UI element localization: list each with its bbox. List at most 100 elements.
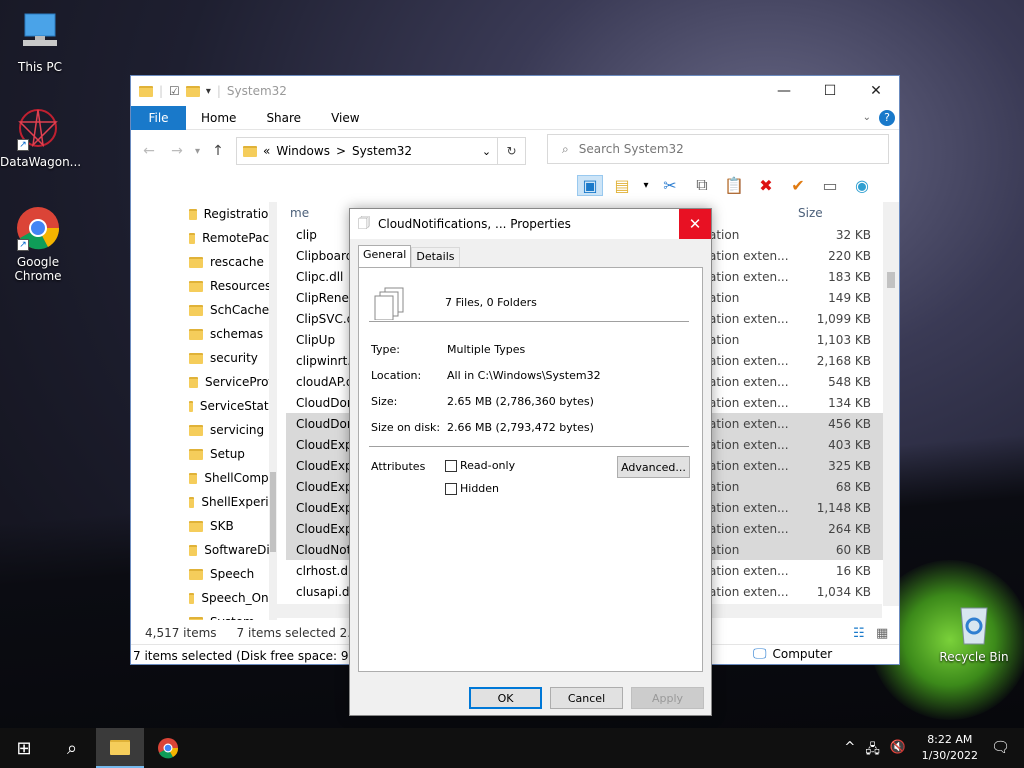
large-icons-view-icon[interactable]: ▦	[876, 626, 888, 641]
desktop-icon-recycle-bin[interactable]: Recycle Bin	[936, 600, 1012, 664]
tree-item[interactable]: ShellCompo	[131, 466, 276, 490]
column-size[interactable]: Size	[798, 202, 823, 224]
tree-item[interactable]: security	[131, 346, 276, 370]
network-icon[interactable]: 🖧	[865, 740, 880, 762]
checkbox-box[interactable]	[445, 483, 457, 495]
file-name: CloudDom	[296, 395, 356, 410]
desktop-icon-label: DataWagon...	[0, 155, 82, 169]
cancel-button[interactable]: Cancel	[550, 687, 623, 709]
taskbar-explorer[interactable]	[96, 728, 144, 768]
copy-icon[interactable]: ⧉	[689, 175, 715, 195]
close-button[interactable]: ✕	[853, 76, 899, 106]
list-scrollbar[interactable]	[883, 202, 899, 606]
desktop-icon-chrome[interactable]: ↗ Google Chrome	[0, 205, 76, 283]
apply-button[interactable]: Apply	[631, 687, 704, 709]
file-name: CloudNoti	[296, 542, 355, 557]
forward-arrow-icon[interactable]: →	[167, 143, 187, 159]
dialog-close-button[interactable]: ✕	[679, 209, 711, 239]
help-icon[interactable]: ?	[879, 109, 895, 126]
refresh-icon: ↻	[506, 144, 517, 158]
tab-share[interactable]: Share	[251, 106, 316, 130]
chevron-down-icon[interactable]: ▾	[641, 180, 651, 191]
properties-icon[interactable]: ☑	[169, 84, 180, 98]
file-size: 16 KB	[835, 563, 871, 578]
tree-item[interactable]: ServiceProfi	[131, 370, 276, 394]
tree-item[interactable]: ServiceState	[131, 394, 276, 418]
breadcrumb-system32[interactable]: System32	[352, 144, 412, 158]
tree-item[interactable]: servicing	[131, 418, 276, 442]
tree-item[interactable]: RemotePack	[131, 226, 276, 250]
file-name: Clipc.dll	[296, 269, 344, 284]
search-button[interactable]: ⌕	[48, 728, 96, 768]
tree-item[interactable]: SchCache	[131, 298, 276, 322]
chevron-down-icon[interactable]: ▾	[206, 86, 211, 97]
breadcrumb-overflow[interactable]: «	[263, 144, 270, 158]
folder-icon	[189, 520, 203, 532]
tree-item[interactable]: rescache	[131, 250, 276, 274]
tree-item[interactable]: schemas	[131, 322, 276, 346]
checkbox-box[interactable]	[445, 460, 457, 472]
file-size: 1,099 KB	[816, 311, 871, 326]
breadcrumb-separator[interactable]: >	[336, 144, 346, 158]
tree-item[interactable]: Registration	[131, 202, 276, 226]
cut-icon[interactable]: ✂	[657, 176, 683, 195]
tab-general[interactable]: General	[358, 245, 412, 267]
tree-item-label: servicing	[210, 423, 265, 437]
delete-icon[interactable]: ✖	[753, 176, 779, 195]
folder-icon[interactable]	[139, 85, 153, 97]
readonly-checkbox[interactable]: Read-only	[445, 459, 515, 472]
tree-item[interactable]: System	[131, 610, 276, 620]
search-input[interactable]: ⌕ Search System32	[547, 134, 889, 164]
minimize-button[interactable]: —	[761, 76, 807, 106]
tree-item[interactable]: Speech_One	[131, 586, 276, 610]
desktop-icon-this-pc[interactable]: This PC	[2, 10, 78, 74]
tree-item[interactable]: Speech	[131, 562, 276, 586]
address-bar[interactable]: « Windows > System32 ⌄	[236, 137, 499, 165]
tab-file[interactable]: File	[131, 105, 186, 130]
tree-item[interactable]: SKB	[131, 514, 276, 538]
start-button[interactable]: ⊞	[0, 728, 48, 768]
tree-item[interactable]: ShellExperie	[131, 490, 276, 514]
tree-item[interactable]: Setup	[131, 442, 276, 466]
chevron-up-icon[interactable]: ^	[844, 740, 855, 762]
attributes-label: Attributes	[371, 460, 426, 473]
up-arrow-icon[interactable]: ↑	[208, 143, 228, 159]
breadcrumb-windows[interactable]: Windows	[276, 144, 330, 158]
preview-pane-icon[interactable]: ▣	[577, 174, 603, 196]
details-view-icon[interactable]: ☷	[853, 626, 865, 641]
recent-chevron-icon[interactable]: ▾	[195, 146, 200, 157]
tab-view[interactable]: View	[316, 106, 374, 130]
folder-icon	[243, 145, 258, 157]
tree-item[interactable]: SoftwareDis	[131, 538, 276, 562]
refresh-button[interactable]: ↻	[498, 137, 527, 165]
chevron-down-icon[interactable]: ⌄	[482, 145, 491, 158]
ok-button[interactable]: OK	[469, 687, 542, 709]
clock-date: 1/30/2022	[921, 749, 978, 762]
taskbar-chrome[interactable]	[144, 728, 192, 768]
desktop-icon-label: Google Chrome	[14, 255, 62, 283]
back-arrow-icon[interactable]: ←	[139, 143, 159, 159]
scrollbar-thumb[interactable]	[270, 472, 276, 552]
rename-icon[interactable]: ▭	[817, 176, 843, 195]
desktop-icon-label: Recycle Bin	[939, 650, 1009, 664]
readonly-label: Read-only	[460, 459, 516, 472]
expand-ribbon-icon[interactable]: ⌄	[863, 112, 871, 123]
tree-item[interactable]: Resources	[131, 274, 276, 298]
maximize-button[interactable]: ☐	[807, 76, 853, 106]
checkmark-icon[interactable]: ✔	[785, 176, 811, 195]
clock[interactable]: 8:22 AM 1/30/2022	[922, 732, 978, 764]
hidden-checkbox[interactable]: Hidden	[445, 482, 499, 495]
desktop-icon-datawagon[interactable]: ↗ DataWagon...	[0, 105, 82, 169]
scrollbar-thumb[interactable]	[887, 272, 895, 288]
advanced-button[interactable]: Advanced...	[617, 456, 690, 478]
globe-icon[interactable]: ◉	[849, 176, 875, 195]
tree-scrollbar[interactable]	[269, 202, 277, 620]
column-name[interactable]: me	[286, 202, 309, 224]
tab-details[interactable]: Details	[411, 247, 460, 267]
properties-folder-icon[interactable]: ▤	[609, 176, 635, 195]
paste-icon[interactable]: 📋	[721, 176, 747, 195]
notification-icon[interactable]: 🗨	[991, 738, 1010, 756]
tab-home[interactable]: Home	[186, 106, 251, 130]
new-folder-icon[interactable]	[185, 85, 200, 97]
volume-muted-icon[interactable]: 🔇	[890, 740, 906, 762]
